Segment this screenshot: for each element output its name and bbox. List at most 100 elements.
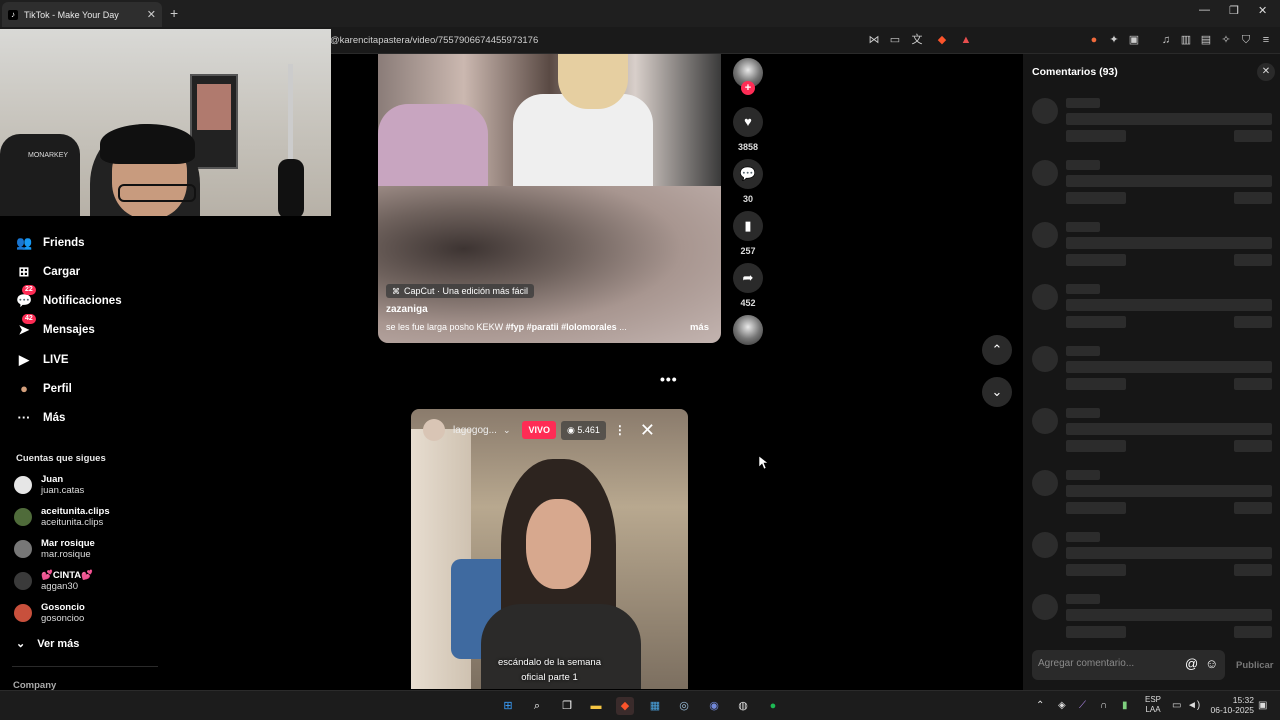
brave-shields-icon[interactable]: ◆ [936,34,948,46]
sidebar-item-upload[interactable]: ⊞ Cargar [16,264,81,280]
following-item[interactable]: Gosoncio gosoncioo [14,602,85,624]
sidebar-item-label: Perfil [43,383,72,395]
following-item[interactable]: 💕CINTA💕 aggan30 [14,570,93,592]
volume-icon[interactable]: ◄) [1187,700,1200,711]
clock[interactable]: 15:32 06-10-2025 [1208,695,1254,715]
browser-tab[interactable]: ♪ TikTok - Make Your Day ✕ [2,2,162,27]
leo-ai-icon[interactable]: ✧ [1220,34,1232,46]
notification-center-icon[interactable]: ▣ [1258,700,1267,711]
close-icon[interactable]: ✕ [1257,63,1275,81]
like-icon[interactable]: ♥ [733,107,763,137]
screenshot-icon[interactable]: ▣ [1128,34,1140,46]
cast-icon[interactable]: ▭ [889,34,901,46]
avatar [14,540,32,558]
tray-expand-icon[interactable]: ⌃ [1036,700,1044,711]
sidebar-item-profile[interactable]: ● Perfil [16,381,72,397]
see-more-label: Ver más [37,638,80,650]
friends-icon: 👥 [16,235,33,250]
new-tab-button[interactable]: + [170,5,178,21]
upload-icon: ⊞ [18,264,30,279]
following-item[interactable]: Juan juan.catas [14,474,84,496]
sidebar-item-more[interactable]: ··· Más [16,410,66,426]
obs-icon[interactable]: ◍ [734,697,752,715]
extension-icon[interactable]: ● [1088,34,1100,46]
spotify-icon[interactable]: ● [764,697,782,715]
music-icon[interactable]: ♫ [1160,34,1172,46]
next-video-button[interactable]: ⌄ [982,377,1012,407]
live-badge: VIVO [522,421,556,439]
hashtag[interactable]: #fyp [506,322,525,332]
photos-icon[interactable]: ▦ [646,697,664,715]
capcut-anchor[interactable]: ⌘ CapCut · Una edición más fácil [386,284,535,298]
vpn-shield-icon[interactable]: ⛉ [1240,34,1252,46]
start-icon[interactable]: ⊞ [499,697,517,715]
streamer-glasses [118,184,196,202]
comment-skeleton [1032,160,1272,205]
sidebar-item-messages[interactable]: ➤ 42 Mensajes [16,314,95,338]
following-item[interactable]: aceitunita.clips aceitunita.clips [14,506,110,528]
previous-video-button[interactable]: ⌃ [982,335,1012,365]
following-item[interactable]: Mar rosique mar.rosique [14,538,95,560]
sidebar-item-label: LIVE [43,354,69,366]
more-button[interactable]: más [690,322,709,333]
brave-browser-icon[interactable]: ◆ [616,697,634,715]
comment-skeleton [1032,346,1272,391]
save-count: 257 [740,246,756,256]
microphone-icon[interactable]: ▮ [1122,700,1128,711]
network-icon[interactable]: ▭ [1172,700,1181,711]
more-options-icon[interactable]: ••• [660,371,678,387]
follow-button[interactable]: + [741,81,755,95]
tray-pen-icon[interactable]: ⟋ [1079,700,1086,711]
profile-icon: ● [20,381,28,396]
video-author[interactable]: zazaniga [386,304,428,315]
reader-mode-icon[interactable]: ⋈ [868,34,880,46]
language-indicator[interactable]: ESP LAA [1145,695,1161,715]
chevron-down-icon[interactable]: ⌄ [503,425,511,436]
emoji-icon[interactable]: ☺ [1205,656,1218,671]
mention-icon[interactable]: @ [1185,656,1198,671]
discord-icon[interactable]: ◉ [705,697,723,715]
sidebar-item-notifications[interactable]: 💬 22 Notificaciones [16,285,122,309]
file-explorer-icon[interactable]: ▬ [587,697,605,715]
task-view-icon[interactable]: ❐ [558,697,576,715]
sidebar-item-live[interactable]: ▶ LIVE [16,352,69,368]
see-more-button[interactable]: ⌄ Ver más [16,637,79,650]
share-icon[interactable]: ➦ [733,263,763,293]
like-count: 3858 [737,142,759,152]
brave-rewards-icon[interactable]: ▲ [960,34,972,46]
url-field[interactable]: @karencitapastera/video/7557906674455973… [330,35,538,46]
clock-time: 15:32 [1232,695,1254,705]
tray-app-icon[interactable]: ◈ [1058,700,1066,711]
bookmark-icon[interactable]: ▮ [733,211,763,241]
headset-icon[interactable]: ∩ [1100,700,1107,711]
sidebar-item-friends[interactable]: 👥 Friends [16,235,85,251]
minimize-button[interactable]: — [1199,4,1210,16]
live-video-player[interactable]: lagogog... ⌄ VIVO ◉ 5.461 ⋮ ✕ escándalo … [411,409,688,689]
viewer-count: ◉ 5.461 [561,420,606,440]
restore-button[interactable]: ❐ [1229,4,1239,17]
video-player[interactable]: ⌘ CapCut · Una edición más fácil zazanig… [378,54,721,343]
steam-icon[interactable]: ◎ [675,697,693,715]
hashtag[interactable]: #paratii [527,322,559,332]
comment-input[interactable] [1038,658,1178,669]
puzzle-icon[interactable]: ✦ [1108,34,1120,46]
sidebar-toggle-icon[interactable]: ▥ [1180,34,1192,46]
live-host-avatar[interactable] [423,419,445,441]
close-icon[interactable]: ✕ [640,420,655,441]
following-username: aggan30 [41,581,78,592]
tab-close-icon[interactable]: ✕ [147,8,156,21]
comment-skeleton [1032,594,1272,639]
window-close-button[interactable]: ✕ [1258,4,1267,17]
live-host-username[interactable]: lagogog... [453,425,497,436]
notification-badge: 22 [22,285,36,295]
menu-icon[interactable]: ≡ [1260,34,1272,46]
translate-icon[interactable]: 文 [911,34,923,46]
sound-disc-avatar[interactable] [733,315,763,345]
comment-icon[interactable]: 💬 [733,159,763,189]
search-icon[interactable]: ⌕ [528,697,546,715]
tiktok-icon: ♪ [8,9,18,20]
wallet-icon[interactable]: ▤ [1200,34,1212,46]
live-menu-icon[interactable]: ⋮ [614,423,626,437]
hashtag[interactable]: #lolomorales [561,322,617,332]
publish-button[interactable]: Publicar [1236,660,1274,671]
